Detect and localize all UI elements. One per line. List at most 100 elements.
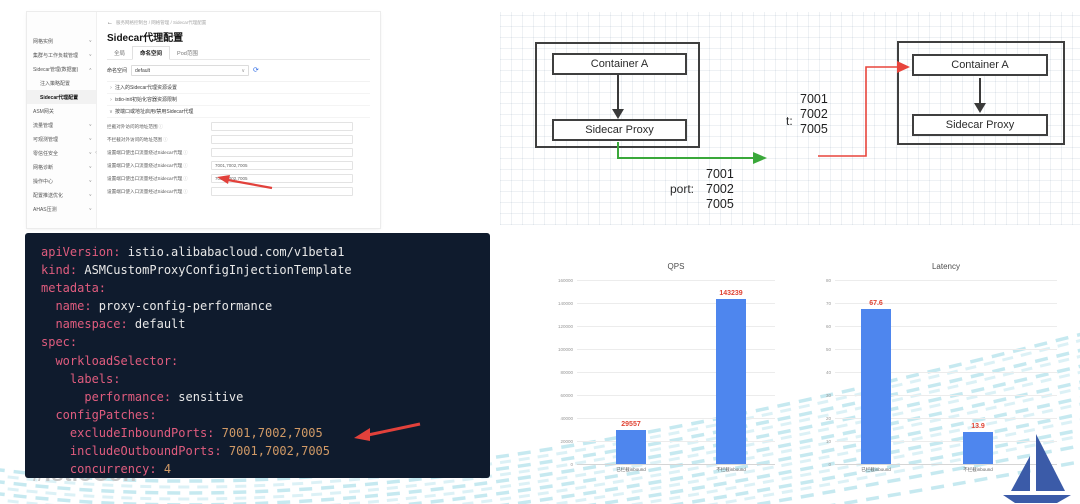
sidebar-item[interactable]: Sidecar管理(数据面) ∧ — [27, 62, 96, 76]
chart-title: QPS — [667, 262, 685, 271]
bar-value-label: 29557 — [621, 421, 641, 428]
code-lines: apiVersion: istio.alibabacloud.com/v1bet… — [41, 243, 490, 478]
sidebar-item-label: 网格诊断 — [33, 164, 54, 171]
port-value: 7005 — [706, 197, 734, 211]
asm-console-panel: 网格实例 ∨ 集群与工作负载管理 ∨ Sidecar管理(数据面) ∧ 注入策略配置 Side… — [27, 12, 380, 228]
info-icon[interactable]: ⓘ — [183, 176, 188, 181]
y-tick-label: 100000 — [557, 346, 573, 352]
y-tick-label: 10 — [825, 438, 831, 444]
container-a-box: Container A — [552, 53, 687, 75]
sidebar-item[interactable]: 网格实例 ∨ — [27, 34, 96, 48]
back-icon[interactable]: ← — [107, 20, 113, 26]
sidebar-item[interactable]: 网格诊断 ∨ — [27, 160, 96, 174]
sidebar-item-label: 流量管理 — [33, 122, 54, 129]
section-header[interactable]: › istio-init初始化容器资源限制 — [107, 94, 370, 106]
sidebar-item-label: AHAS压测 — [33, 206, 57, 213]
container-a-box: Container A — [912, 54, 1048, 76]
yaml-value: istio.alibabacloud.com/v1beta1 — [120, 245, 345, 259]
form-label-text: 设置端口使出口流量绕过Sidecar代理 — [107, 149, 183, 155]
sidebar-item[interactable]: 配置推送优化 ∨ — [27, 188, 96, 202]
sidebar-item[interactable]: 可观测管理 ∨ — [27, 132, 96, 146]
yaml-key: labels: — [41, 371, 121, 386]
port-value: 7001 — [706, 167, 734, 181]
form-input[interactable] — [211, 148, 353, 157]
sidebar-item-label: 零信任安全 — [33, 150, 59, 157]
chevron-icon: ∨ — [88, 136, 92, 141]
yaml-value: default — [127, 317, 186, 332]
y-tick-label: 120000 — [557, 323, 573, 329]
sidebar-item-label: 可观测管理 — [33, 136, 59, 143]
form-input[interactable]: 7001,7002,7005 — [211, 174, 353, 183]
sidebar-item[interactable]: 操作中心 ∨ — [27, 174, 96, 188]
inbound-port-label: t: — [786, 114, 793, 128]
form-field-label: 设置端口使入口流量绕过Sidecar代理ⓘ — [107, 163, 211, 169]
port-value: 7002 — [706, 182, 734, 196]
yaml-key: includeOutboundPorts: — [41, 444, 222, 459]
sidebar-item-label: 配置推送优化 — [33, 192, 64, 199]
pod-box-left: Container A Sidecar Proxy — [535, 42, 700, 148]
chevron-icon: ∨ — [88, 206, 92, 211]
sidecar-proxy-box: Sidecar Proxy — [912, 114, 1048, 136]
yaml-key: concurrency: — [41, 462, 157, 477]
y-tick-label: 160000 — [557, 277, 573, 283]
form-label-text: 设置端口使入口流量绕过Sidecar代理 — [107, 162, 183, 168]
section-header[interactable]: ∨ 按端口或地址启用/禁用Sidecar代理 — [107, 106, 370, 118]
tab-global[interactable]: 全局 — [107, 47, 132, 59]
yaml-key: configPatches: — [41, 407, 157, 422]
info-icon[interactable]: ⓘ — [183, 163, 188, 168]
info-icon[interactable]: ⓘ — [159, 124, 164, 129]
info-icon[interactable]: ⓘ — [183, 150, 188, 155]
tab-namespace[interactable]: 命名空间 — [132, 46, 171, 60]
section-label: istio-init初始化容器资源限制 — [115, 97, 177, 103]
form-input[interactable]: 7001,7002,7005 — [211, 161, 353, 170]
y-tick-label: 20000 — [560, 438, 573, 444]
chart-title: Latency — [931, 262, 961, 271]
x-tick-label: 不拦截inbound — [963, 467, 993, 472]
refresh-icon[interactable]: ⟳ — [253, 67, 259, 74]
breadcrumb: 服务网格控制台 / 网格管理 / Sidecar代理配置 — [116, 20, 207, 25]
x-tick-label: 已拦截inbound — [861, 467, 891, 472]
code-line: kind: ASMCustomProxyConfigInjectionTempl… — [41, 261, 490, 279]
info-icon[interactable]: ⓘ — [183, 189, 188, 194]
y-tick-label: 50 — [825, 346, 831, 352]
code-line: excludeInboundPorts: 7001,7002,7005 — [41, 424, 490, 442]
form-input[interactable] — [211, 187, 353, 196]
bar — [963, 432, 993, 464]
form-input[interactable] — [211, 135, 353, 144]
sidebar-item-label: 操作中心 — [33, 178, 54, 185]
sidebar-item[interactable]: 注入策略配置 — [27, 76, 96, 90]
form-label-text: 设置端口使出口流量经过Sidecar代理 — [107, 175, 183, 181]
namespace-select[interactable]: default ∨ — [131, 65, 250, 76]
sidebar-item[interactable]: ASM网关 — [27, 104, 96, 118]
section-label: 注入的Sidecar代理资源设置 — [115, 85, 177, 91]
gridline — [577, 280, 775, 281]
yaml-key: workloadSelector: — [41, 353, 179, 368]
section-header[interactable]: › 注入的Sidecar代理资源设置 — [107, 82, 370, 94]
form-input[interactable] — [211, 122, 353, 131]
sidebar-item[interactable]: AHAS压测 ∨ — [27, 202, 96, 216]
sidebar-item[interactable]: 集群与工作负载管理 ∨ — [27, 48, 96, 62]
tab-pod-scope[interactable]: Pod范围 — [170, 47, 205, 59]
sidebar: 网格实例 ∨ 集群与工作负载管理 ∨ Sidecar管理(数据面) ∧ 注入策略配置 Side… — [27, 12, 97, 228]
yaml-key: performance: — [41, 389, 172, 404]
y-tick-label: 0 — [828, 461, 831, 467]
sidebar-item[interactable]: 零信任安全 ∨ — [27, 146, 96, 160]
port-value: 7001 — [800, 92, 828, 106]
yaml-value: sensitive — [171, 389, 244, 404]
info-icon[interactable]: ⓘ — [163, 137, 168, 142]
yaml-key: metadata: — [41, 281, 107, 296]
sidebar-item[interactable]: 流量管理 ∨ — [27, 118, 96, 132]
sidebar-item-active[interactable]: Sidecar代理配置 — [27, 90, 96, 104]
yaml-code-block: apiVersion: istio.alibabacloud.com/v1bet… — [25, 233, 490, 478]
namespace-label: 命名空间 — [107, 68, 128, 74]
form-label-text: 拦截对外访问的地址范围 — [107, 123, 158, 129]
form-row: 拦截对外访问的地址范围ⓘ — [107, 120, 370, 133]
x-tick-label: 已拦截inbound — [616, 467, 646, 472]
diagram-canvas: Container A Sidecar Proxy Container A Si… — [500, 12, 1080, 225]
form-row: 不拦截对外访问的地址范围ⓘ — [107, 133, 370, 146]
yaml-key: namespace: — [41, 317, 128, 332]
yaml-value: 7001,7002,7005 — [221, 444, 330, 459]
gridline — [835, 280, 1057, 281]
code-line: labels: — [41, 370, 490, 388]
sidecar-proxy-box: Sidecar Proxy — [552, 119, 687, 141]
